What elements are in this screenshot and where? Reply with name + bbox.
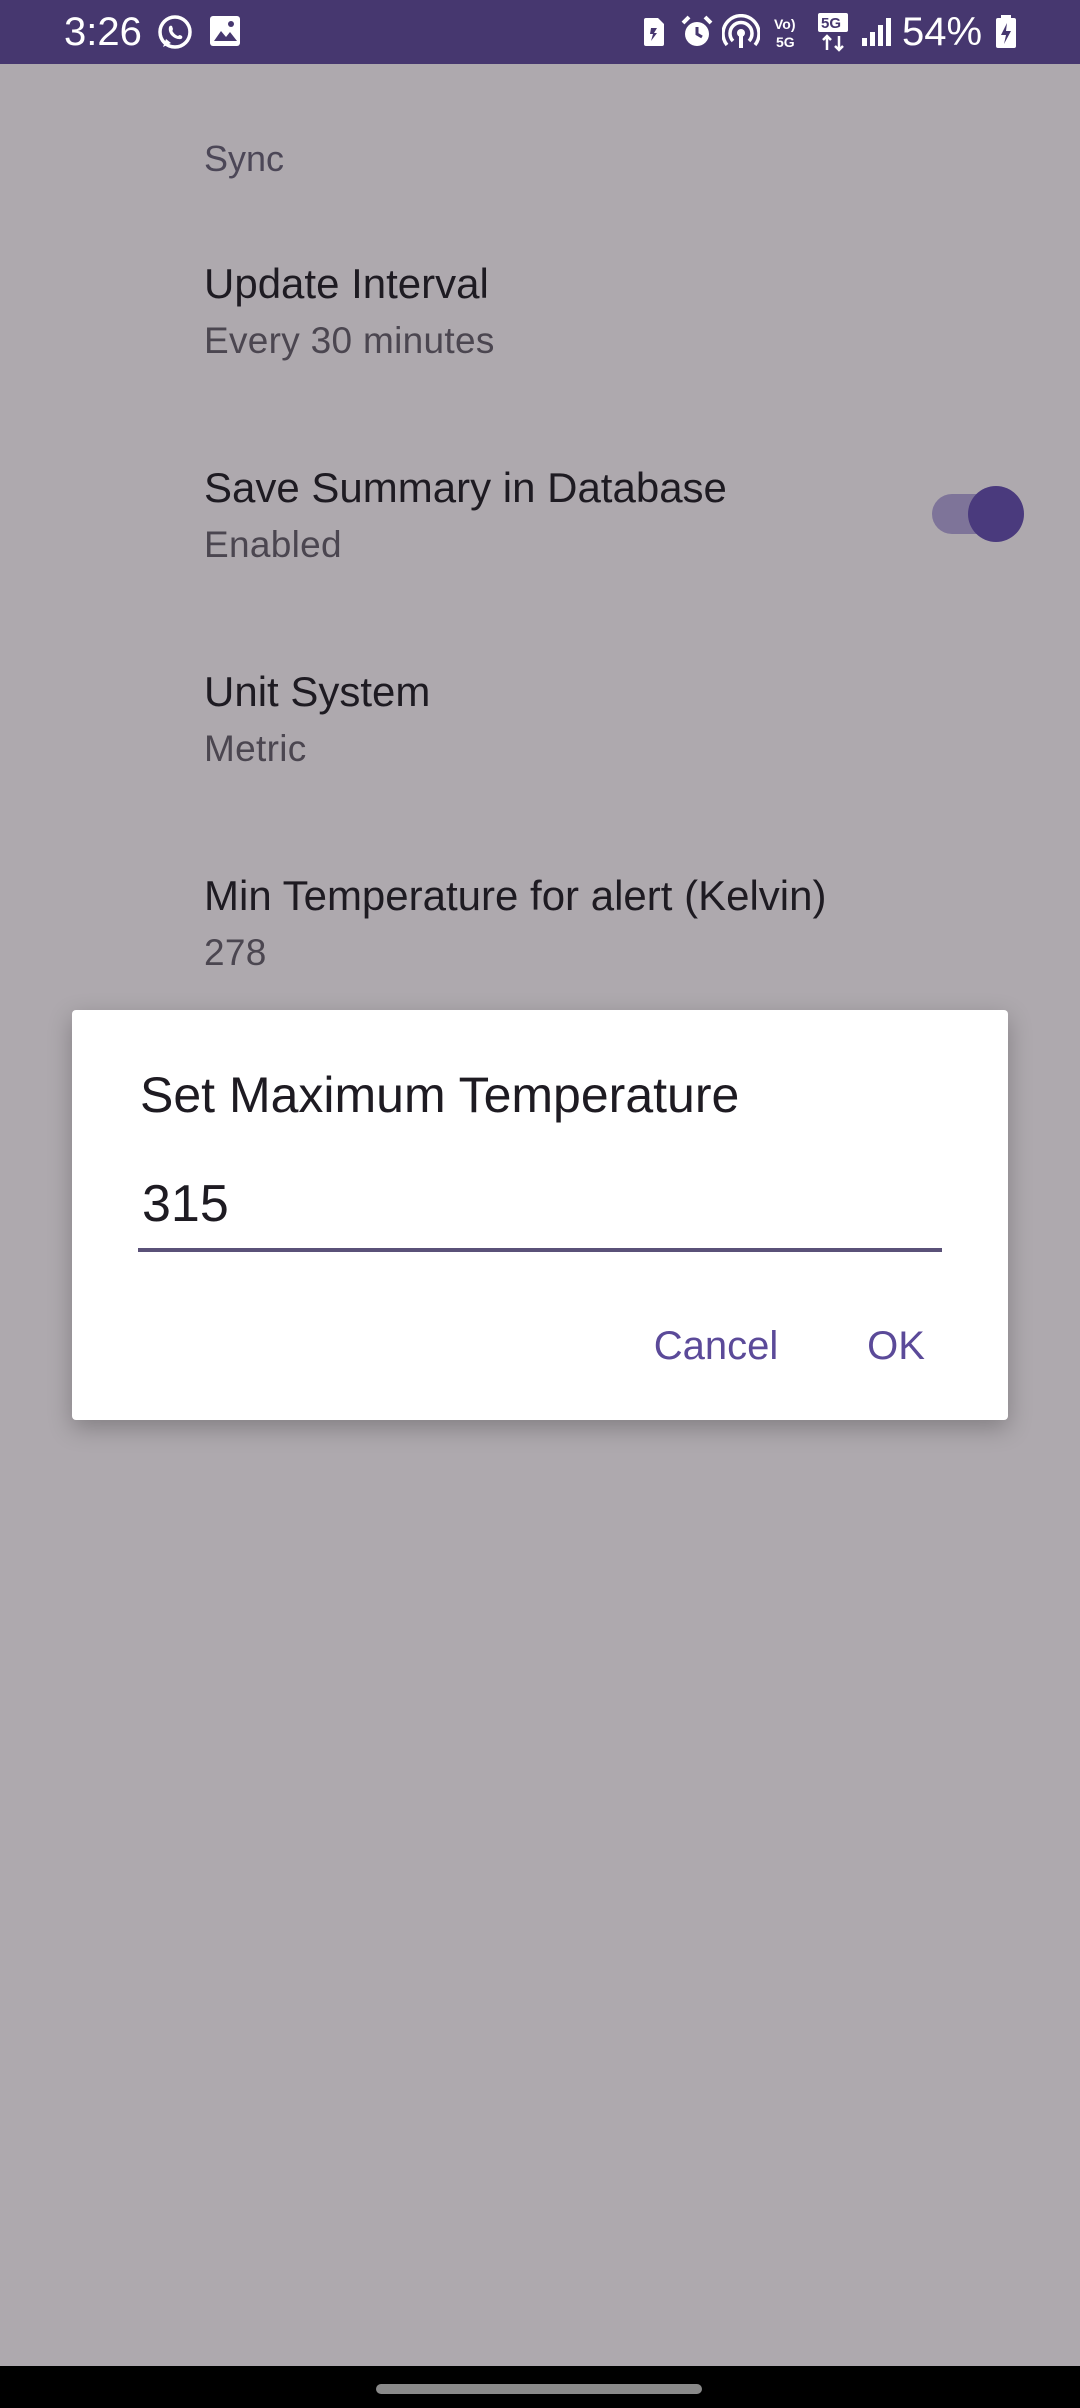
save-summary-toggle[interactable] [932, 464, 1028, 564]
pref-save-summary-row[interactable]: Save Summary in Database Enabled [0, 444, 1080, 634]
volte-5g-icon: Vo) 5G [774, 16, 796, 50]
status-time: 3:26 [64, 10, 142, 54]
gallery-icon [210, 16, 240, 46]
dialog-title: Set Maximum Temperature [140, 1067, 740, 1123]
pref-title-update-interval: Update Interval [204, 260, 489, 307]
svg-text:5G: 5G [821, 15, 841, 32]
signal-icon [862, 18, 891, 46]
battery-charging-icon [996, 15, 1016, 48]
section-header-sync: Sync [204, 138, 285, 179]
pref-summary-save-summary: Enabled [204, 524, 342, 565]
home-gesture-handle[interactable] [376, 2384, 702, 2394]
alarm-icon [681, 15, 713, 46]
battery-percent: 54% [902, 10, 983, 54]
sim-icon [644, 18, 664, 46]
svg-text:5G: 5G [776, 34, 795, 50]
ok-button[interactable]: OK [836, 1306, 956, 1386]
set-max-temperature-dialog: Set Maximum Temperature Cancel OK [72, 1010, 1008, 1420]
pref-title-unit-system: Unit System [204, 668, 431, 715]
pref-summary-update-interval: Every 30 minutes [204, 320, 495, 361]
toggle-thumb [968, 486, 1024, 542]
pref-update-interval-row[interactable]: Update Interval Every 30 minutes [0, 240, 1080, 430]
5g-data-icon: 5G [818, 13, 848, 52]
pref-title-min-temp: Min Temperature for alert (Kelvin) [204, 872, 827, 919]
svg-text:Vo): Vo) [774, 16, 796, 32]
whatsapp-icon [158, 15, 192, 49]
status-bar: 3:26 Vo) 5G 5G 54% [0, 0, 1080, 64]
pref-unit-system-row[interactable]: Unit System Metric [0, 648, 1080, 838]
max-temperature-input[interactable] [138, 1160, 942, 1252]
pref-title-save-summary: Save Summary in Database [204, 464, 727, 511]
navigation-bar [0, 2366, 1080, 2408]
pref-summary-min-temp: 278 [204, 932, 267, 973]
pref-summary-unit-system: Metric [204, 728, 307, 769]
cancel-button[interactable]: Cancel [628, 1306, 804, 1386]
hotspot-icon [722, 14, 760, 48]
